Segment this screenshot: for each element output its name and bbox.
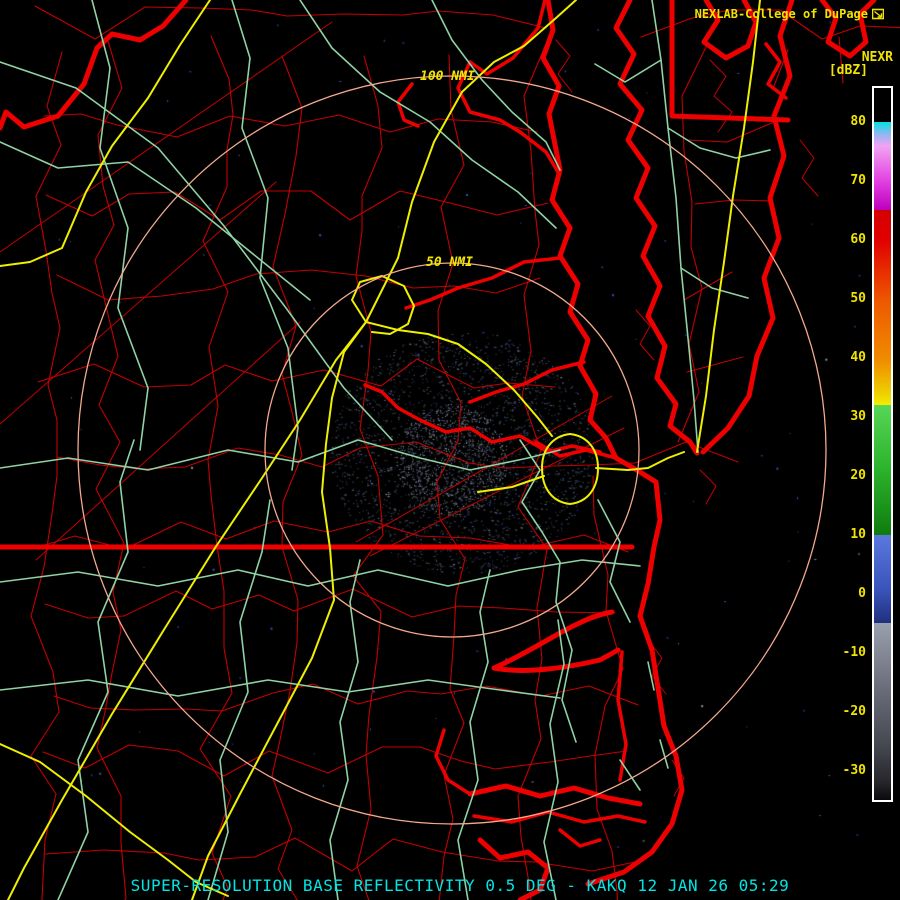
colorbar-tick-70: 70 bbox=[850, 173, 866, 188]
rivers bbox=[363, 0, 618, 460]
header-title-bar: NEXLAB-College of DuPage bbox=[695, 7, 884, 21]
radar-display: 100 NMI 50 NMI NEXLAB-College of DuPage … bbox=[0, 0, 900, 900]
colorbar-tick-60: 60 bbox=[850, 232, 866, 247]
colorbar-tick-0: 0 bbox=[858, 586, 866, 601]
yellow-roads bbox=[0, 0, 761, 900]
range-ring-label-100nmi: 100 NMI bbox=[420, 69, 475, 84]
colorbar-tick-50: 50 bbox=[850, 291, 866, 306]
colorbar-tick-10: 10 bbox=[850, 527, 866, 542]
colorbar-tick-n30: -30 bbox=[842, 763, 866, 778]
range-ring-label-50nmi: 50 NMI bbox=[426, 255, 473, 270]
range-rings bbox=[77, 75, 827, 825]
colorbar-tick-n20: -20 bbox=[842, 704, 866, 719]
nexlab-logo-icon bbox=[872, 8, 884, 20]
colorbar-unit-label: [dBZ] bbox=[828, 63, 868, 78]
colorbar-tick-n10: -10 bbox=[842, 645, 866, 660]
site-title: NEXLAB-College of DuPage bbox=[694, 7, 868, 21]
colorbar-tick-40: 40 bbox=[850, 350, 866, 365]
colorbar-tick-80: 80 bbox=[850, 114, 866, 129]
reflectivity-color-scale bbox=[872, 86, 893, 802]
product-caption: SUPER-RESOLUTION BASE REFLECTIVITY 0.5 D… bbox=[130, 876, 790, 895]
base-map-svg bbox=[0, 0, 900, 900]
colorbar-tick-30: 30 bbox=[850, 409, 866, 424]
colorbar-tick-20: 20 bbox=[850, 468, 866, 483]
